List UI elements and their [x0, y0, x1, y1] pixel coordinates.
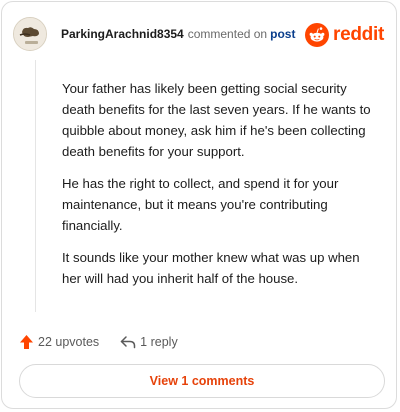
- comment-actions: 22 upvotes 1 reply: [19, 332, 178, 352]
- comment-paragraph: Your father has likely been getting soci…: [62, 81, 371, 159]
- reply-button[interactable]: 1 reply: [120, 335, 178, 349]
- post-link[interactable]: post: [270, 27, 295, 41]
- comment-header: ParkingArachnid8354 commented on post redd…: [13, 17, 384, 51]
- comment-body: Your father has likely been getting soci…: [62, 78, 382, 300]
- upvote-arrow-icon: [20, 335, 33, 349]
- view-comments-button[interactable]: View 1 comments: [19, 364, 385, 398]
- comment-paragraph: He has the right to collect, and spend i…: [62, 176, 339, 233]
- reply-arrow-icon: [120, 336, 136, 349]
- action-text: commented on: [187, 27, 268, 41]
- thread-line[interactable]: [35, 60, 36, 312]
- comment-paragraph: It sounds like your mother knew what was…: [62, 250, 360, 286]
- reddit-wordmark: reddit: [333, 24, 384, 45]
- reddit-snoo-icon: [305, 23, 330, 47]
- reddit-logo[interactable]: reddit: [305, 21, 384, 49]
- username-link[interactable]: ParkingArachnid8354: [61, 27, 184, 41]
- user-avatar-icon[interactable]: [13, 17, 47, 51]
- comment-meta: ParkingArachnid8354 commented on post: [61, 27, 295, 41]
- reply-count: 1 reply: [140, 335, 178, 349]
- comment-card: ParkingArachnid8354 commented on post redd…: [1, 1, 397, 409]
- upvote-button[interactable]: 22 upvotes: [19, 334, 99, 350]
- upvote-count: 22 upvotes: [38, 335, 100, 349]
